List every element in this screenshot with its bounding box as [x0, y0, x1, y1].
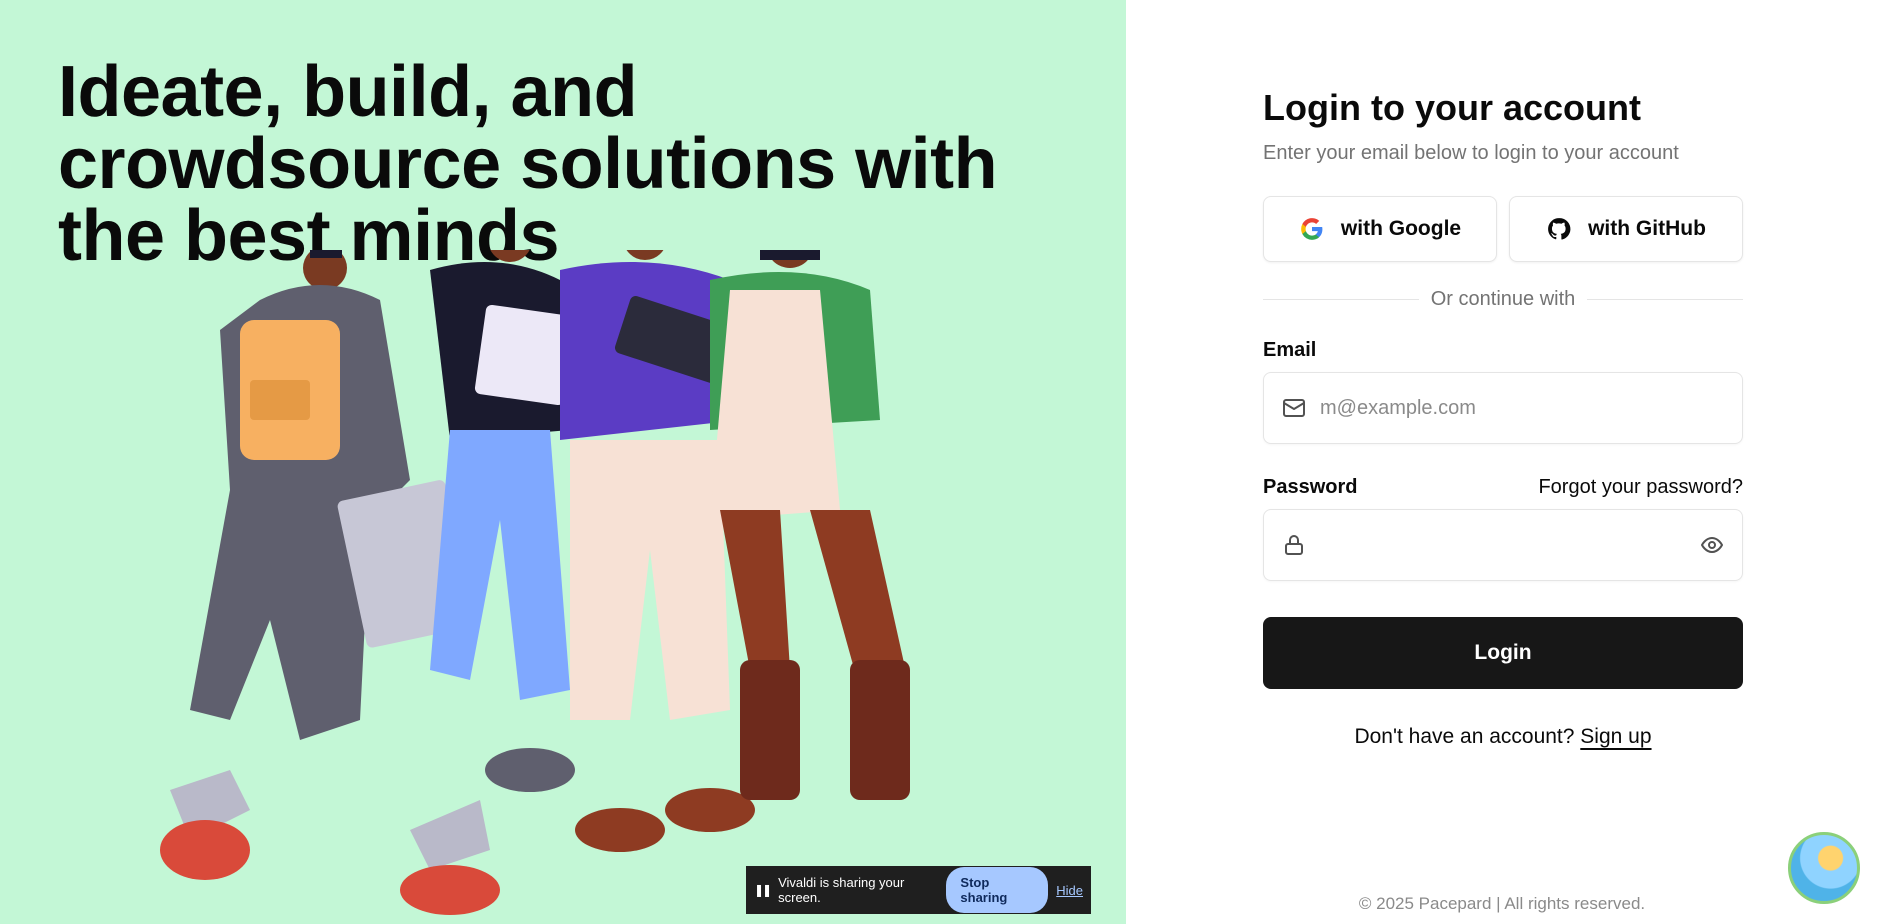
oauth-buttons: with Google with GitHub — [1263, 196, 1743, 262]
google-logo-icon — [1301, 218, 1323, 240]
eye-icon[interactable] — [1700, 533, 1724, 557]
login-page: Ideate, build, and crowdsource solutions… — [0, 0, 1878, 924]
login-title: Login to your account — [1263, 87, 1641, 128]
login-panel: Login to your account Enter your email b… — [1126, 0, 1878, 924]
hero-panel: Ideate, build, and crowdsource solutions… — [0, 0, 1126, 924]
email-label: Email — [1263, 339, 1317, 361]
people-illustration — [160, 250, 910, 915]
signup-link[interactable]: Sign up — [1580, 725, 1651, 748]
divider-text: Or continue with — [1430, 288, 1576, 310]
share-status-text: Vivaldi is sharing your screen. — [778, 875, 905, 905]
github-logo-icon — [1548, 218, 1571, 240]
footer-copyright: © 2025 Pacepard | All rights reserved. — [1358, 894, 1646, 913]
signup-prompt-text: Don't have an account? — [1354, 725, 1575, 748]
login-button[interactable]: Login — [1263, 617, 1743, 689]
password-field[interactable] — [1263, 509, 1743, 581]
login-subtitle: Enter your email below to login to your … — [1263, 142, 1679, 164]
lock-icon — [1285, 535, 1303, 555]
signup-prompt: Don't have an account? Sign up — [1263, 725, 1743, 749]
email-input[interactable] — [1320, 396, 1724, 420]
person-green-jacket — [710, 250, 910, 800]
hero-headline: Ideate, build, and crowdsource solutions… — [58, 52, 998, 276]
divider-line-right — [1587, 299, 1744, 300]
screen-share-bar: ❚❚ Vivaldi is sharing your screen. Stop … — [746, 866, 1091, 914]
github-login-label: with GitHub — [1588, 217, 1706, 240]
or-divider: Or continue with — [1263, 288, 1744, 311]
password-input[interactable] — [1320, 533, 1686, 557]
forgot-password-link[interactable]: Forgot your password? — [1538, 476, 1743, 499]
mail-icon — [1283, 399, 1305, 417]
divider-line-left — [1263, 299, 1419, 300]
stop-sharing-button[interactable]: Stop sharing — [946, 867, 1049, 913]
password-label-row: Password Forgot your password? — [1263, 476, 1743, 499]
password-label: Password — [1263, 476, 1358, 498]
person-blue-pants — [430, 250, 576, 792]
email-label-row: Email — [1263, 339, 1743, 362]
github-login-button[interactable]: with GitHub — [1509, 196, 1743, 262]
pause-icon: ❚❚ — [754, 883, 772, 897]
login-form: Login to your account Enter your email b… — [1263, 86, 1744, 749]
hide-share-bar-link[interactable]: Hide — [1056, 883, 1083, 898]
email-field[interactable] — [1263, 372, 1743, 444]
user-avatar[interactable] — [1788, 832, 1860, 904]
google-login-button[interactable]: with Google — [1263, 196, 1497, 262]
google-login-label: with Google — [1340, 217, 1462, 240]
